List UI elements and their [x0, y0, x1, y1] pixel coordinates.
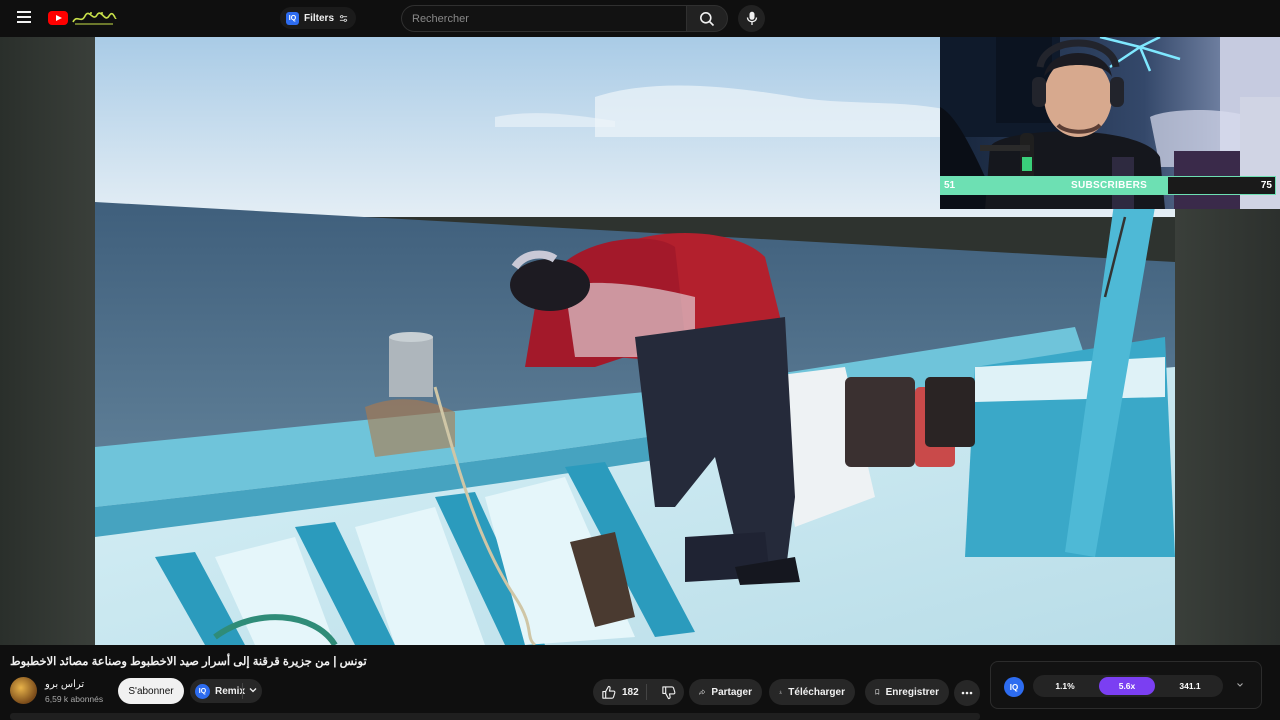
- search-icon: [700, 11, 715, 26]
- more-horizontal-icon: [961, 691, 973, 695]
- description-box-edge: [10, 713, 980, 720]
- chevron-down-icon[interactable]: [1235, 680, 1245, 690]
- download-button[interactable]: Télécharger: [769, 679, 855, 705]
- remix-divider: [242, 683, 243, 699]
- iq-logo-icon[interactable]: IQ: [1004, 677, 1024, 697]
- share-icon: [699, 689, 706, 695]
- channel-name[interactable]: تراس برو: [45, 679, 84, 690]
- speed-options-track: 1.1% 5.6x 341.1: [1033, 675, 1223, 697]
- download-icon: [779, 690, 782, 694]
- filters-button[interactable]: IQ Filters: [280, 7, 357, 29]
- channel-logo-icon[interactable]: [71, 10, 117, 26]
- player-letterbox-left: [0, 37, 95, 645]
- save-label: Enregistrer: [885, 686, 939, 698]
- remix-label: Remix: [215, 685, 246, 697]
- video-title: تونس | من جزيرة قرقنة إلى أسرار صيد الاخ…: [10, 656, 367, 668]
- subscriber-goal-target: 75: [1260, 180, 1272, 191]
- thumbs-down-icon: [662, 685, 676, 699]
- like-count: 182: [622, 686, 639, 698]
- like-divider: [646, 684, 648, 700]
- share-label: Partager: [711, 686, 752, 698]
- video-player[interactable]: [0, 37, 1280, 645]
- like-dislike-group: 182: [593, 679, 684, 705]
- iq-icon: IQ: [286, 11, 299, 25]
- download-label: Télécharger: [788, 686, 845, 698]
- youtube-watch-page: IQ Filters Rechercher 51 SUBSCRIBERS 75 …: [0, 0, 1280, 720]
- chevron-down-icon[interactable]: [248, 685, 258, 695]
- iq-icon: IQ: [195, 683, 210, 699]
- like-button[interactable]: 182: [593, 679, 640, 705]
- search-button[interactable]: [686, 5, 728, 32]
- filters-label: Filters: [304, 12, 335, 24]
- search-input[interactable]: [402, 6, 686, 31]
- thumbs-up-icon: [602, 685, 616, 699]
- bookmark-icon: [875, 689, 880, 695]
- voice-search-button[interactable]: [738, 5, 765, 32]
- remix-button[interactable]: IQ Remix: [190, 679, 262, 703]
- share-button[interactable]: Partager: [689, 679, 762, 705]
- microphone-icon: [746, 11, 757, 25]
- more-actions-button[interactable]: [954, 680, 980, 706]
- channel-avatar[interactable]: [10, 677, 37, 704]
- subscriber-goal-current: 51: [944, 180, 956, 191]
- speed-option-1[interactable]: 1.1%: [1037, 677, 1093, 695]
- sliders-icon: [339, 14, 348, 22]
- dislike-button[interactable]: [653, 679, 684, 705]
- subscribe-button[interactable]: S'abonner: [118, 678, 184, 704]
- subscriber-goal-label: SUBSCRIBERS: [1071, 180, 1148, 191]
- search-field[interactable]: [401, 5, 686, 32]
- subscriber-goal-bar: 51 SUBSCRIBERS 75: [940, 176, 1276, 195]
- speed-option-3[interactable]: 341.1: [1161, 677, 1219, 695]
- save-button[interactable]: Enregistrer: [865, 679, 949, 705]
- speed-option-2[interactable]: 5.6x: [1099, 677, 1155, 695]
- speed-control-panel: IQ 1.1% 5.6x 341.1: [990, 661, 1262, 709]
- channel-subscriber-count: 6,59 k abonnés: [45, 694, 104, 704]
- menu-icon[interactable]: [12, 8, 36, 30]
- youtube-logo-icon[interactable]: [48, 11, 68, 25]
- masthead: IQ Filters: [0, 0, 1280, 37]
